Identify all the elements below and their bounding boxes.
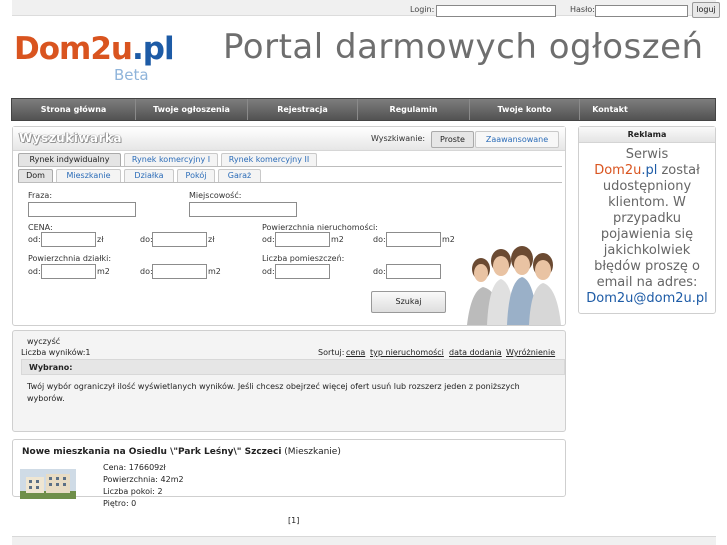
pagination[interactable]: [1] [288,516,299,525]
rooms-to-input[interactable] [386,264,441,279]
password-label: Hasło: [570,5,595,14]
login-label: Login: [410,5,435,14]
plot-to-input[interactable] [152,264,207,279]
listing-price: Cena: 176609zł [103,463,166,472]
listing-area: Powierzchnia: 42m2 [103,475,184,484]
phrase-input[interactable] [28,202,136,217]
plot-to-unit: m2 [208,267,221,276]
listing-title[interactable]: Nowe mieszkania na Osiedlu \"Park Leśny\… [22,447,341,457]
tab-market-commercial-2[interactable]: Rynek komercyjny II [221,153,317,167]
phrase-label: Fraza: [28,191,53,200]
rooms-to-label: do: [373,267,386,276]
chosen-title: Wybrano: [29,363,73,372]
tab-type-flat[interactable]: Mieszkanie [56,169,121,183]
search-panel: Wyszukiwarka Wyszkiwanie: Proste Zaawans… [12,126,566,326]
ad-text: Serwis Dom2u.pl został udostępniony klie… [583,147,711,307]
people-photo [467,246,561,325]
ad-brand-dom: Dom2u [594,163,642,178]
city-label: Miejscowość: [189,191,242,200]
password-input[interactable] [595,5,688,17]
main-nav: Strona główna Twoje ogłoszenia Rejestrac… [11,98,716,121]
sort-price[interactable]: cena [346,348,365,357]
nav-my-ads[interactable]: Twoje ogłoszenia [136,99,248,120]
results-count: Liczba wyników:1 [21,348,91,357]
listing-item[interactable]: Nowe mieszkania na Osiedlu \"Park Leśny\… [12,439,566,508]
tab-type-room[interactable]: Pokój [177,169,215,183]
price-from-label: od: [28,235,41,244]
rooms-from-input[interactable] [275,264,330,279]
logo-pl: .pl [131,31,175,67]
tab-type-house[interactable]: Dom [18,169,53,183]
search-header: Wyszukiwarka Wyszkiwanie: Proste Zaawans… [13,127,565,151]
area-label: Powierzchnia nieruchomości: [262,223,378,232]
price-from-unit: zł [97,235,104,244]
type-tab-divider [18,182,562,183]
ad-header: Reklama [579,127,715,143]
listing-title-text[interactable]: Nowe mieszkania na Osiedlu \"Park Leśny\… [22,447,281,457]
sort-property-type[interactable]: typ nieruchomości [370,348,444,357]
listing-rooms: Liczba pokoi: 2 [103,487,163,496]
rooms-label: Liczba pomieszczeń: [262,254,345,263]
listing-thumbnail[interactable] [20,469,76,499]
tab-type-plot[interactable]: Działka [124,169,174,183]
ad-email[interactable]: Dom2u@dom2u.pl [586,291,708,306]
price-to-label: do: [140,235,153,244]
search-title: Wyszukiwarka [19,131,123,145]
area-to-label: do: [373,235,386,244]
price-label: CENA: [28,223,53,232]
plot-area-label: Powierzchnia działki: [28,254,112,263]
nav-account[interactable]: Twoje konto [470,99,580,120]
listing-type: (Mieszkanie) [281,447,341,457]
plot-from-input[interactable] [41,264,96,279]
nav-home[interactable]: Strona główna [12,99,136,120]
rooms-from-label: od: [262,267,275,276]
nav-register[interactable]: Rejestracja [248,99,358,120]
chosen-filters-bar: Wybrano: [21,359,565,375]
ad-brand-pl: .pl [641,163,658,178]
clear-filters-link[interactable]: wyczyść [27,337,60,346]
ad-line2: został udostępniony klientom. W przypadk… [594,163,700,290]
price-from-input[interactable] [41,232,96,247]
logo-dom: Dom2u [14,31,133,67]
nav-contact[interactable]: Kontakt [580,99,640,120]
plot-from-unit: m2 [97,267,110,276]
area-from-unit: m2 [331,235,344,244]
sort-featured[interactable]: Wyróżnienie [506,348,555,357]
price-to-input[interactable] [152,232,207,247]
tab-market-individual[interactable]: Rynek indywidualny [18,153,121,167]
tab-type-garage[interactable]: Garaż [218,169,261,183]
plot-to-label: do: [140,267,153,276]
price-to-unit: zł [208,235,215,244]
results-panel: wyczyść Liczba wyników:1 Sortuj: cena ty… [12,330,566,432]
mode-simple-button[interactable]: Proste [431,131,474,148]
area-from-label: od: [262,235,275,244]
logo-beta: Beta [114,66,149,84]
ad-panel: Reklama Serwis Dom2u.pl został udostępni… [578,126,716,314]
site-logo[interactable]: Dom2u.pl Beta [14,31,175,84]
listing-floor: Piętro: 0 [103,499,137,508]
login-button[interactable]: loguj [692,2,720,18]
city-input[interactable] [189,202,297,217]
ad-line1: Serwis [625,147,669,162]
site-headline: Portal darmowych ogłoszeń [223,27,704,67]
plot-from-label: od: [28,267,41,276]
search-mode-label: Wyszkiwanie: [371,134,426,143]
mode-advanced-button[interactable]: Zaawansowane [475,131,559,148]
tab-divider [18,166,562,167]
area-to-unit: m2 [442,235,455,244]
chosen-info-text: Twój wybór ograniczył ilość wyświetlanyc… [27,382,520,403]
search-button[interactable]: Szukaj [371,291,446,313]
tab-market-commercial-1[interactable]: Rynek komercyjny I [124,153,218,167]
sort-date-added[interactable]: data dodania [449,348,502,357]
area-from-input[interactable] [275,232,330,247]
nav-rules[interactable]: Regulamin [358,99,470,120]
area-to-input[interactable] [386,232,441,247]
login-input[interactable] [436,5,556,17]
sort-label: Sortuj: [318,348,345,357]
footer-bar [12,536,716,545]
login-bar: Login: Hasło: loguj [12,0,720,18]
